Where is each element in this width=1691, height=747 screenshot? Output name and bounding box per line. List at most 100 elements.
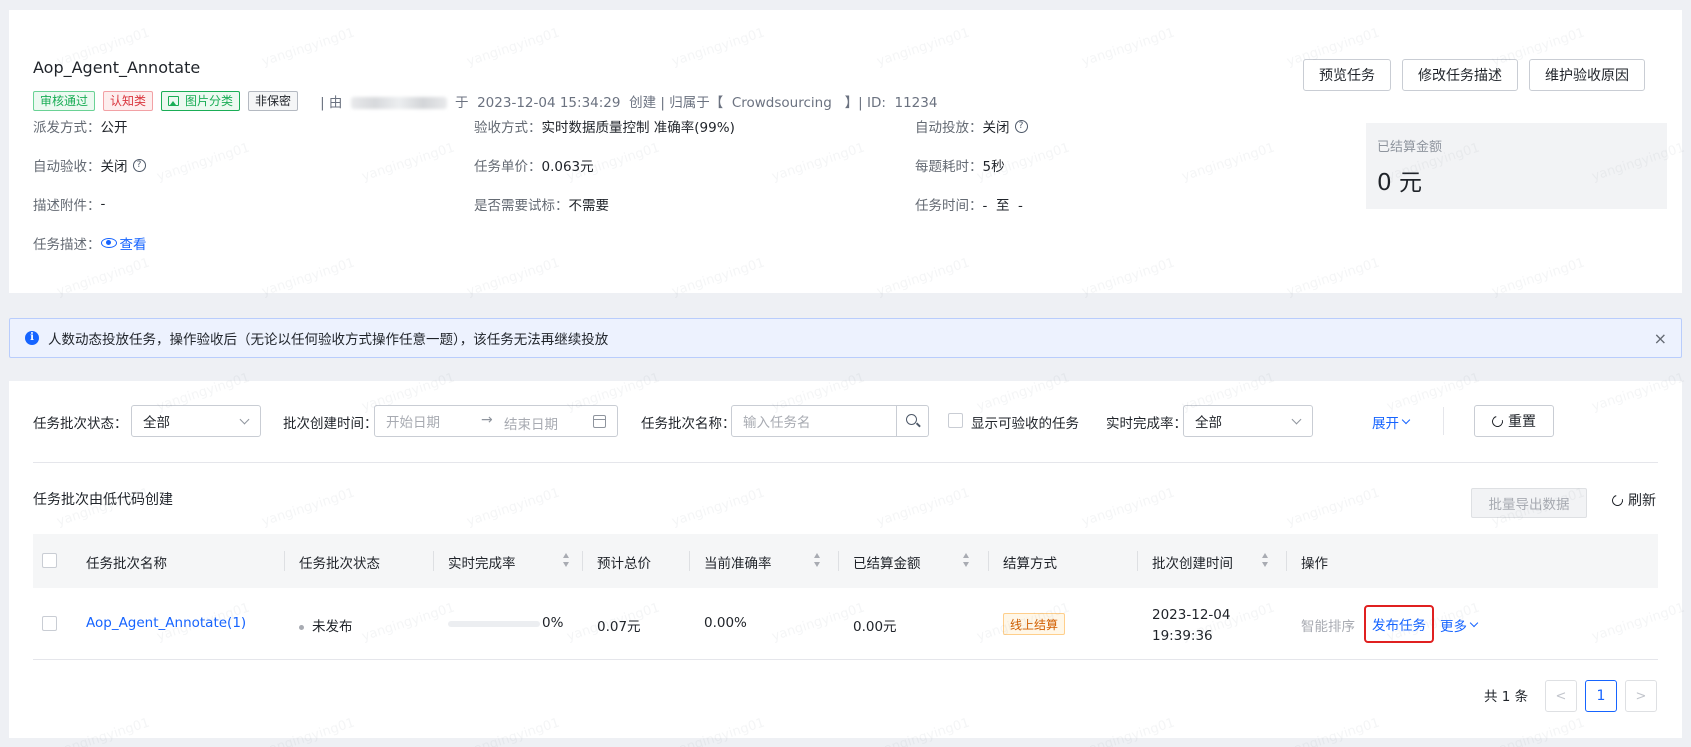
show-acceptable-label[interactable]: 显示可验收的任务 bbox=[971, 412, 1079, 432]
status-dot bbox=[299, 624, 304, 630]
completion-rate-value: 0% bbox=[542, 615, 564, 631]
more-actions-dropdown[interactable]: 更多 bbox=[1440, 615, 1479, 635]
release-warning-alert: i 人数动态投放任务，操作验收后（无论以任何验收方式操作任意一题），该任务无法再… bbox=[9, 318, 1682, 358]
batch-table-header: 任务批次名称 任务批次状态 实时完成率 预计总价 当前准确率 已结算金额 结算方… bbox=[33, 534, 1658, 588]
col-settle-method: 结算方式 bbox=[1003, 556, 1057, 572]
settled-amount-value: 0.00元 bbox=[853, 619, 897, 635]
info-task-time: 任务时间： - 至 - bbox=[915, 194, 1023, 214]
expand-label: 展开 bbox=[1372, 416, 1399, 432]
meta-by-prefix: | 由 bbox=[320, 95, 343, 111]
batch-export-button[interactable]: 批量导出数据 bbox=[1471, 488, 1587, 518]
reset-icon bbox=[1489, 413, 1506, 429]
column-divider bbox=[838, 551, 839, 571]
info-unit-price-label: 任务单价： bbox=[474, 159, 542, 175]
column-divider bbox=[988, 551, 989, 571]
info-icon: i bbox=[25, 331, 39, 345]
row-checkbox[interactable] bbox=[42, 616, 57, 631]
info-description: 任务描述： 查看 bbox=[33, 233, 147, 253]
preview-task-button[interactable]: 预览任务 bbox=[1303, 59, 1391, 91]
start-date-placeholder[interactable]: 开始日期 bbox=[386, 411, 440, 431]
blurred-creator-name bbox=[350, 97, 447, 109]
chevron-down-icon bbox=[1401, 415, 1411, 425]
info-task-time-value: - 至 - bbox=[982, 198, 1023, 214]
info-unit-price: 任务单价： 0.063元 bbox=[474, 155, 594, 175]
column-divider bbox=[433, 551, 434, 571]
batch-status-label: 任务批次状态： bbox=[33, 416, 128, 432]
col-batch-name: 任务批次名称 bbox=[86, 556, 167, 572]
view-description-link[interactable]: 查看 bbox=[100, 233, 147, 253]
search-icon bbox=[906, 414, 917, 425]
col-created-time[interactable]: 批次创建时间 bbox=[1152, 552, 1233, 572]
info-accept-method-label: 验收方式： bbox=[474, 120, 542, 136]
refresh-button[interactable]: 刷新 bbox=[1609, 490, 1656, 510]
end-date-placeholder[interactable]: 结束日期 bbox=[504, 413, 558, 433]
col-estimated-total: 预计总价 bbox=[597, 556, 651, 572]
chevron-down-icon bbox=[1291, 414, 1302, 425]
info-auto-release: 自动投放： 关闭 ? bbox=[915, 116, 1028, 136]
info-accept-method-value: 实时数据质量控制 准确率(99%) bbox=[541, 120, 735, 136]
created-clock: 19:39:36 bbox=[1152, 628, 1213, 644]
tag-approved: 审核通过 bbox=[33, 91, 96, 111]
info-auto-release-label: 自动投放： bbox=[915, 120, 983, 136]
batch-status-select[interactable]: 全部 bbox=[131, 405, 261, 437]
batch-status: 未发布 bbox=[299, 615, 353, 635]
col-completion-rate[interactable]: 实时完成率 bbox=[448, 552, 516, 572]
page-1-button[interactable]: 1 bbox=[1585, 680, 1617, 712]
info-auto-accept: 自动验收： 关闭 ? bbox=[33, 155, 146, 175]
info-task-time-label: 任务时间： bbox=[915, 198, 983, 214]
expand-filters-link[interactable]: 展开 bbox=[1372, 412, 1411, 432]
meta-created-at: 2023-12-04 15:34:29 bbox=[477, 95, 621, 111]
column-divider bbox=[689, 551, 690, 571]
info-description-label: 任务描述： bbox=[33, 237, 101, 253]
created-time-label: 批次创建时间： bbox=[283, 416, 378, 432]
sort-icon[interactable] bbox=[563, 553, 570, 567]
batch-name-link[interactable]: Aop_Agent_Annotate(1) bbox=[86, 615, 246, 631]
estimated-total-value: 0.07元 bbox=[597, 619, 641, 635]
info-auto-accept-value: 关闭 bbox=[100, 159, 128, 175]
info-attachment-value: - bbox=[100, 196, 106, 212]
sort-icon[interactable] bbox=[963, 553, 970, 567]
created-time: 2023-12-04 19:39:36 bbox=[1152, 605, 1230, 647]
info-attachment-label: 描述附件： bbox=[33, 198, 101, 214]
task-title: Aop_Agent_Annotate bbox=[33, 58, 201, 77]
alert-text: 人数动态投放任务，操作验收后（无论以任何验收方式操作任意一题），该任务无法再继续… bbox=[48, 332, 609, 348]
settled-amount-value: 0 元 bbox=[1377, 170, 1422, 196]
batch-name-input[interactable]: 输入任务名 bbox=[731, 405, 897, 437]
task-info-card: Aop_Agent_Annotate 审核通过 认知类 图片分类 非保密 | 由… bbox=[9, 10, 1682, 293]
info-accept-method: 验收方式： 实时数据质量控制 准确率(99%) bbox=[474, 116, 735, 136]
info-time-per-question-label: 每题耗时： bbox=[915, 159, 983, 175]
question-icon[interactable]: ? bbox=[1014, 119, 1028, 133]
created-time-range-picker[interactable]: 开始日期 → 结束日期 bbox=[374, 405, 618, 437]
question-icon[interactable]: ? bbox=[132, 158, 146, 172]
task-meta: | 由 于 2023-12-04 15:34:29 创建 | 归属于【 Crow… bbox=[320, 91, 937, 111]
meta-owner: Crowdsourcing bbox=[731, 95, 832, 111]
refresh-icon bbox=[1609, 492, 1626, 508]
info-auto-accept-label: 自动验收： bbox=[33, 159, 101, 175]
prev-page-button[interactable]: < bbox=[1545, 680, 1577, 712]
sort-icon[interactable] bbox=[1262, 553, 1269, 567]
publish-task-button[interactable]: 发布任务 bbox=[1364, 605, 1434, 643]
reset-button[interactable]: 重置 bbox=[1474, 405, 1554, 437]
search-button[interactable] bbox=[897, 405, 929, 437]
table-row: Aop_Agent_Annotate(1) 未发布 0% 0.07元 0.00%… bbox=[33, 588, 1658, 660]
col-current-accuracy[interactable]: 当前准确率 bbox=[704, 552, 772, 572]
edit-description-button[interactable]: 修改任务描述 bbox=[1402, 59, 1518, 91]
tag-image-classification-label: 图片分类 bbox=[185, 94, 234, 108]
col-operations: 操作 bbox=[1301, 556, 1328, 572]
select-all-checkbox[interactable] bbox=[42, 553, 57, 568]
eye-icon bbox=[100, 238, 117, 248]
column-divider bbox=[1137, 551, 1138, 571]
col-settled-amount[interactable]: 已结算金额 bbox=[853, 552, 921, 572]
next-page-button[interactable]: > bbox=[1625, 680, 1657, 712]
info-trial-value: 不需要 bbox=[568, 198, 610, 214]
sort-icon[interactable] bbox=[814, 553, 821, 567]
tag-cognitive: 认知类 bbox=[103, 91, 154, 111]
close-icon[interactable]: × bbox=[1654, 329, 1667, 348]
task-tags: 审核通过 认知类 图片分类 非保密 | 由 于 2023-12-04 15:34… bbox=[33, 91, 937, 111]
info-trial: 是否需要试标： 不需要 bbox=[474, 194, 609, 214]
completion-rate-select[interactable]: 全部 bbox=[1183, 405, 1313, 437]
smart-sort-button[interactable]: 智能排序 bbox=[1301, 615, 1355, 635]
show-acceptable-checkbox[interactable] bbox=[948, 413, 963, 428]
image-icon bbox=[168, 96, 180, 106]
maintain-reason-button[interactable]: 维护验收原因 bbox=[1529, 59, 1645, 91]
